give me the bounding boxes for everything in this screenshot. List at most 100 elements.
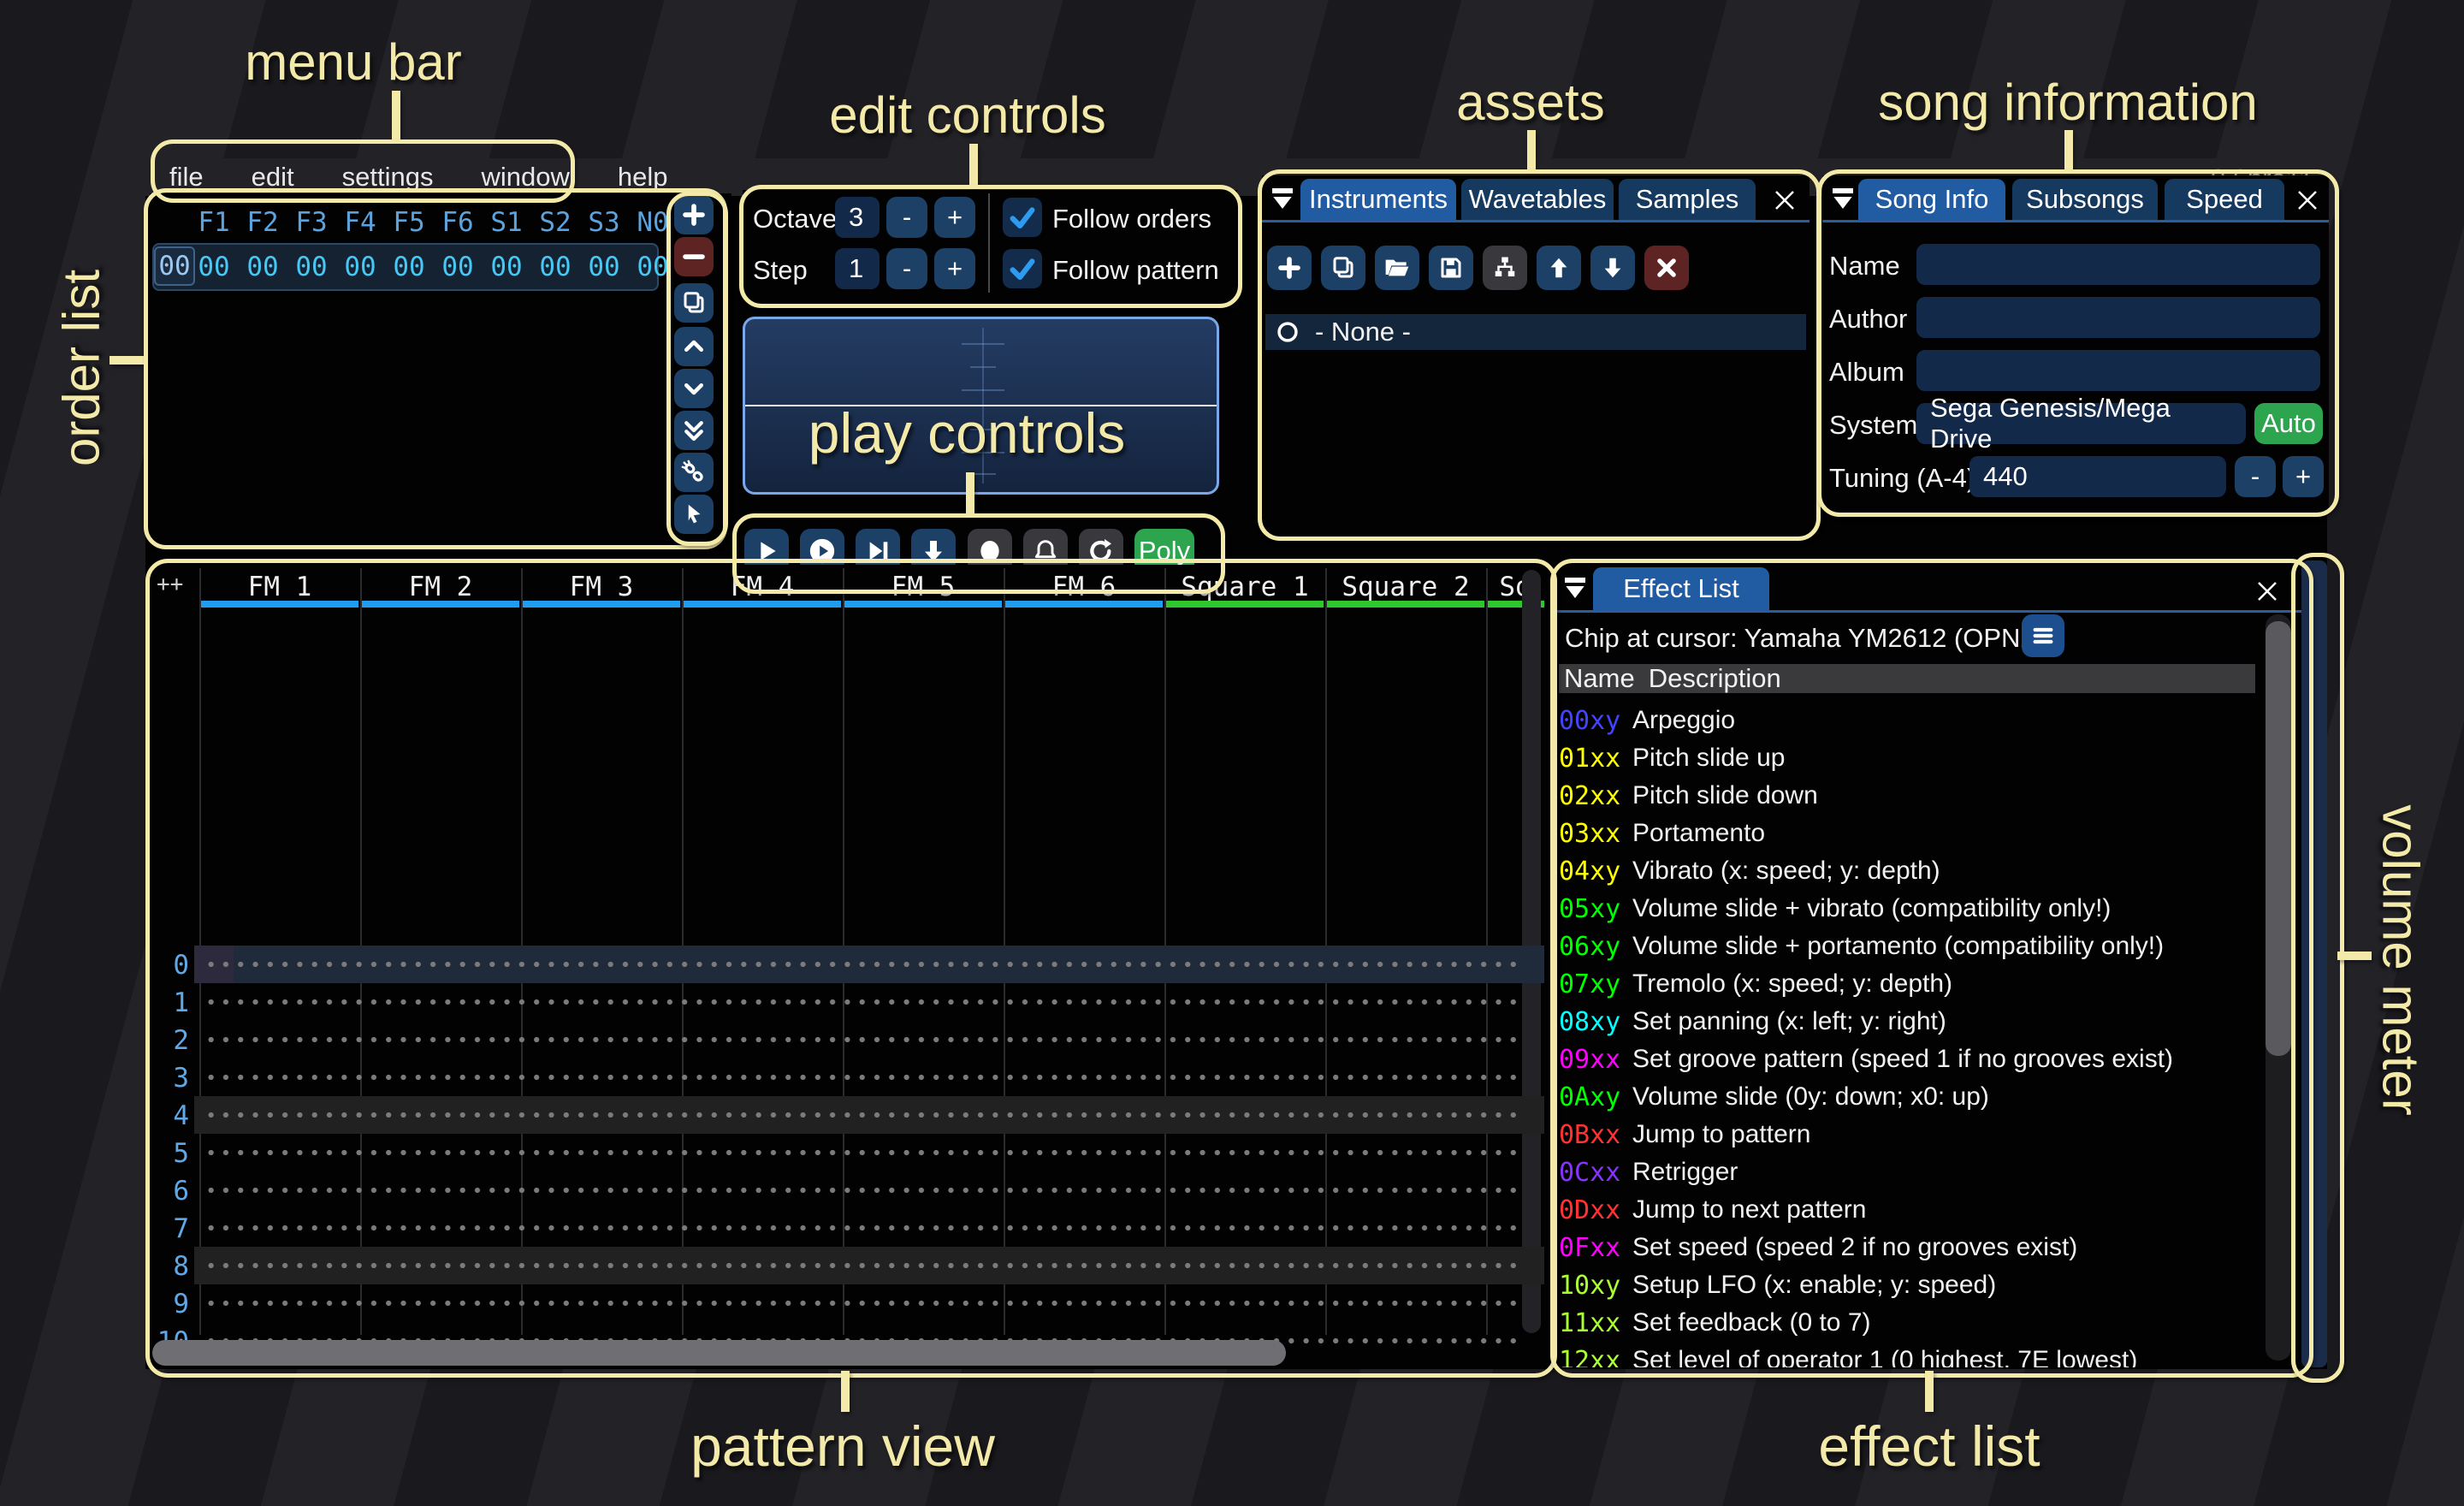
follow-orders-checkbox[interactable] bbox=[1003, 198, 1042, 237]
order-cell[interactable]: 00 bbox=[441, 252, 473, 282]
tab-subsongs[interactable]: Subsongs bbox=[2012, 179, 2158, 220]
window-collapse-icon[interactable] bbox=[1561, 575, 1589, 601]
effect-row[interactable]: 0BxxJump to pattern bbox=[1559, 1116, 1810, 1153]
tab-samples[interactable]: Samples bbox=[1619, 179, 1756, 220]
tab-instruments[interactable]: Instruments bbox=[1300, 179, 1456, 220]
effect-row[interactable]: 0CxxRetrigger bbox=[1559, 1153, 1738, 1191]
follow-pattern-label[interactable]: Follow pattern bbox=[1052, 255, 1219, 286]
system-select[interactable]: Sega Genesis/Mega Drive bbox=[1916, 403, 2246, 444]
order-duplicate-button[interactable] bbox=[674, 283, 714, 323]
octave-decrease-button[interactable]: - bbox=[886, 197, 927, 238]
instrument-list-item[interactable]: - None - bbox=[1265, 314, 1806, 350]
step-decrease-button[interactable]: - bbox=[886, 248, 927, 289]
follow-orders-label[interactable]: Follow orders bbox=[1052, 204, 1211, 234]
pattern-row[interactable] bbox=[194, 1284, 1544, 1322]
asset-open-button[interactable] bbox=[1375, 246, 1419, 290]
pattern-row[interactable] bbox=[194, 1021, 1544, 1058]
order-edit-mode-button[interactable] bbox=[674, 495, 714, 534]
asset-delete-button[interactable] bbox=[1644, 246, 1689, 290]
tab-speed[interactable]: Speed bbox=[2165, 179, 2284, 220]
asset-duplicate-button[interactable] bbox=[1321, 246, 1365, 290]
menu-window[interactable]: window bbox=[457, 162, 593, 193]
menu-file[interactable]: file bbox=[145, 162, 228, 193]
close-icon[interactable] bbox=[2295, 187, 2320, 213]
channel-header-square1[interactable]: Square 1 bbox=[1164, 572, 1325, 601]
tab-song-info[interactable]: Song Info bbox=[1858, 179, 2005, 220]
name-input[interactable] bbox=[1916, 244, 2320, 285]
order-cell[interactable]: 00 bbox=[198, 252, 229, 282]
tuning-input[interactable]: 440 bbox=[1969, 456, 2226, 497]
channel-header-fm4[interactable]: FM 4 bbox=[682, 572, 843, 601]
octave-increase-button[interactable]: + bbox=[934, 197, 975, 238]
close-icon[interactable] bbox=[2254, 578, 2280, 604]
effect-row[interactable]: 01xxPitch slide up bbox=[1559, 739, 1785, 777]
pattern-row[interactable] bbox=[194, 1209, 1544, 1247]
effect-table-header[interactable]: Name Description bbox=[1559, 664, 2255, 693]
effect-row[interactable]: 10xySetup LFO (x: enable; y: speed) bbox=[1559, 1266, 1996, 1304]
window-collapse-icon[interactable] bbox=[1269, 186, 1296, 211]
effect-row[interactable]: 0DxxJump to next pattern bbox=[1559, 1191, 1867, 1229]
order-move-down-button[interactable] bbox=[674, 369, 714, 408]
order-cell[interactable]: 00 bbox=[295, 252, 327, 282]
step-increase-button[interactable]: + bbox=[934, 248, 975, 289]
pattern-row-active[interactable] bbox=[194, 946, 1544, 983]
asset-save-button[interactable] bbox=[1429, 246, 1473, 290]
effect-row[interactable]: 08xySet panning (x: left; y: right) bbox=[1559, 1003, 1946, 1041]
order-cell[interactable]: 00 bbox=[344, 252, 376, 282]
channel-header-fm6[interactable]: FM 6 bbox=[1004, 572, 1164, 601]
effect-row[interactable]: 09xxSet groove pattern (speed 1 if no gr… bbox=[1559, 1041, 2173, 1078]
effect-row[interactable]: 0AxyVolume slide (0y: down; x0: up) bbox=[1559, 1078, 1989, 1116]
effect-row[interactable]: 0FxxSet speed (speed 2 if no grooves exi… bbox=[1559, 1229, 2077, 1266]
window-collapse-icon[interactable] bbox=[1829, 186, 1857, 211]
effect-row[interactable]: 05xyVolume slide + vibrato (compatibilit… bbox=[1559, 890, 2111, 928]
add-channel-button[interactable]: ++ bbox=[157, 572, 183, 597]
effect-row[interactable]: 06xyVolume slide + portamento (compatibi… bbox=[1559, 928, 2164, 965]
menu-edit[interactable]: edit bbox=[228, 162, 318, 193]
effect-row[interactable]: 03xxPortamento bbox=[1559, 815, 1765, 852]
asset-add-button[interactable] bbox=[1267, 246, 1312, 290]
effect-row[interactable]: 12xxSet level of operator 1 (0 highest, … bbox=[1559, 1342, 2137, 1367]
octave-input[interactable]: 3 bbox=[835, 197, 880, 238]
channel-header-fm3[interactable]: FM 3 bbox=[521, 572, 682, 601]
effect-row[interactable]: 11xxSet feedback (0 to 7) bbox=[1559, 1304, 1871, 1342]
channel-header-fm1[interactable]: FM 1 bbox=[199, 572, 360, 601]
order-deep-clone-button[interactable] bbox=[674, 453, 714, 492]
pattern-row[interactable] bbox=[194, 1171, 1544, 1209]
close-icon[interactable] bbox=[1772, 187, 1798, 213]
effect-row[interactable]: 07xyTremolo (x: speed; y: depth) bbox=[1559, 965, 1952, 1003]
pattern-horizontal-scrollbar[interactable] bbox=[152, 1340, 1286, 1366]
order-cell[interactable]: 00 bbox=[490, 252, 522, 282]
channel-header-fm5[interactable]: FM 5 bbox=[843, 572, 1004, 601]
order-cell[interactable]: 00 bbox=[393, 252, 424, 282]
pattern-row-highlight[interactable] bbox=[194, 1247, 1544, 1284]
order-duplicate-end-button[interactable] bbox=[674, 411, 714, 450]
order-cell[interactable]: 00 bbox=[246, 252, 278, 282]
channel-header-square2[interactable]: Square 2 bbox=[1325, 572, 1486, 601]
effect-row[interactable]: 02xxPitch slide down bbox=[1559, 777, 1818, 815]
pattern-row[interactable] bbox=[194, 1058, 1544, 1096]
effect-row[interactable]: 00xyArpeggio bbox=[1559, 702, 1735, 739]
tuning-decrease-button[interactable]: - bbox=[2235, 456, 2276, 497]
pattern-row[interactable] bbox=[194, 983, 1544, 1021]
channel-header-fm2[interactable]: FM 2 bbox=[360, 572, 521, 601]
asset-directory-button[interactable] bbox=[1483, 246, 1527, 290]
order-cell[interactable]: 00 bbox=[588, 252, 619, 282]
order-row-index[interactable]: 00 bbox=[154, 246, 195, 286]
order-cell[interactable]: 00 bbox=[637, 252, 668, 282]
order-cell[interactable]: 00 bbox=[539, 252, 571, 282]
menu-help[interactable]: help bbox=[594, 162, 692, 193]
tab-effect-list[interactable]: Effect List bbox=[1593, 567, 1769, 610]
album-input[interactable] bbox=[1916, 350, 2320, 391]
effect-sort-menu-button[interactable] bbox=[2022, 614, 2064, 657]
effect-scrollbar-thumb[interactable] bbox=[2266, 621, 2291, 1056]
pattern-row[interactable] bbox=[194, 1134, 1544, 1171]
system-auto-button[interactable]: Auto bbox=[2254, 403, 2323, 444]
effect-row[interactable]: 04xyVibrato (x: speed; y: depth) bbox=[1559, 852, 1940, 890]
asset-move-down-button[interactable] bbox=[1590, 246, 1635, 290]
tuning-increase-button[interactable]: + bbox=[2283, 456, 2324, 497]
order-move-up-button[interactable] bbox=[674, 327, 714, 366]
menu-settings[interactable]: settings bbox=[318, 162, 458, 193]
order-remove-button[interactable] bbox=[674, 237, 714, 276]
follow-pattern-checkbox[interactable] bbox=[1003, 249, 1042, 288]
order-add-button[interactable] bbox=[674, 195, 714, 234]
